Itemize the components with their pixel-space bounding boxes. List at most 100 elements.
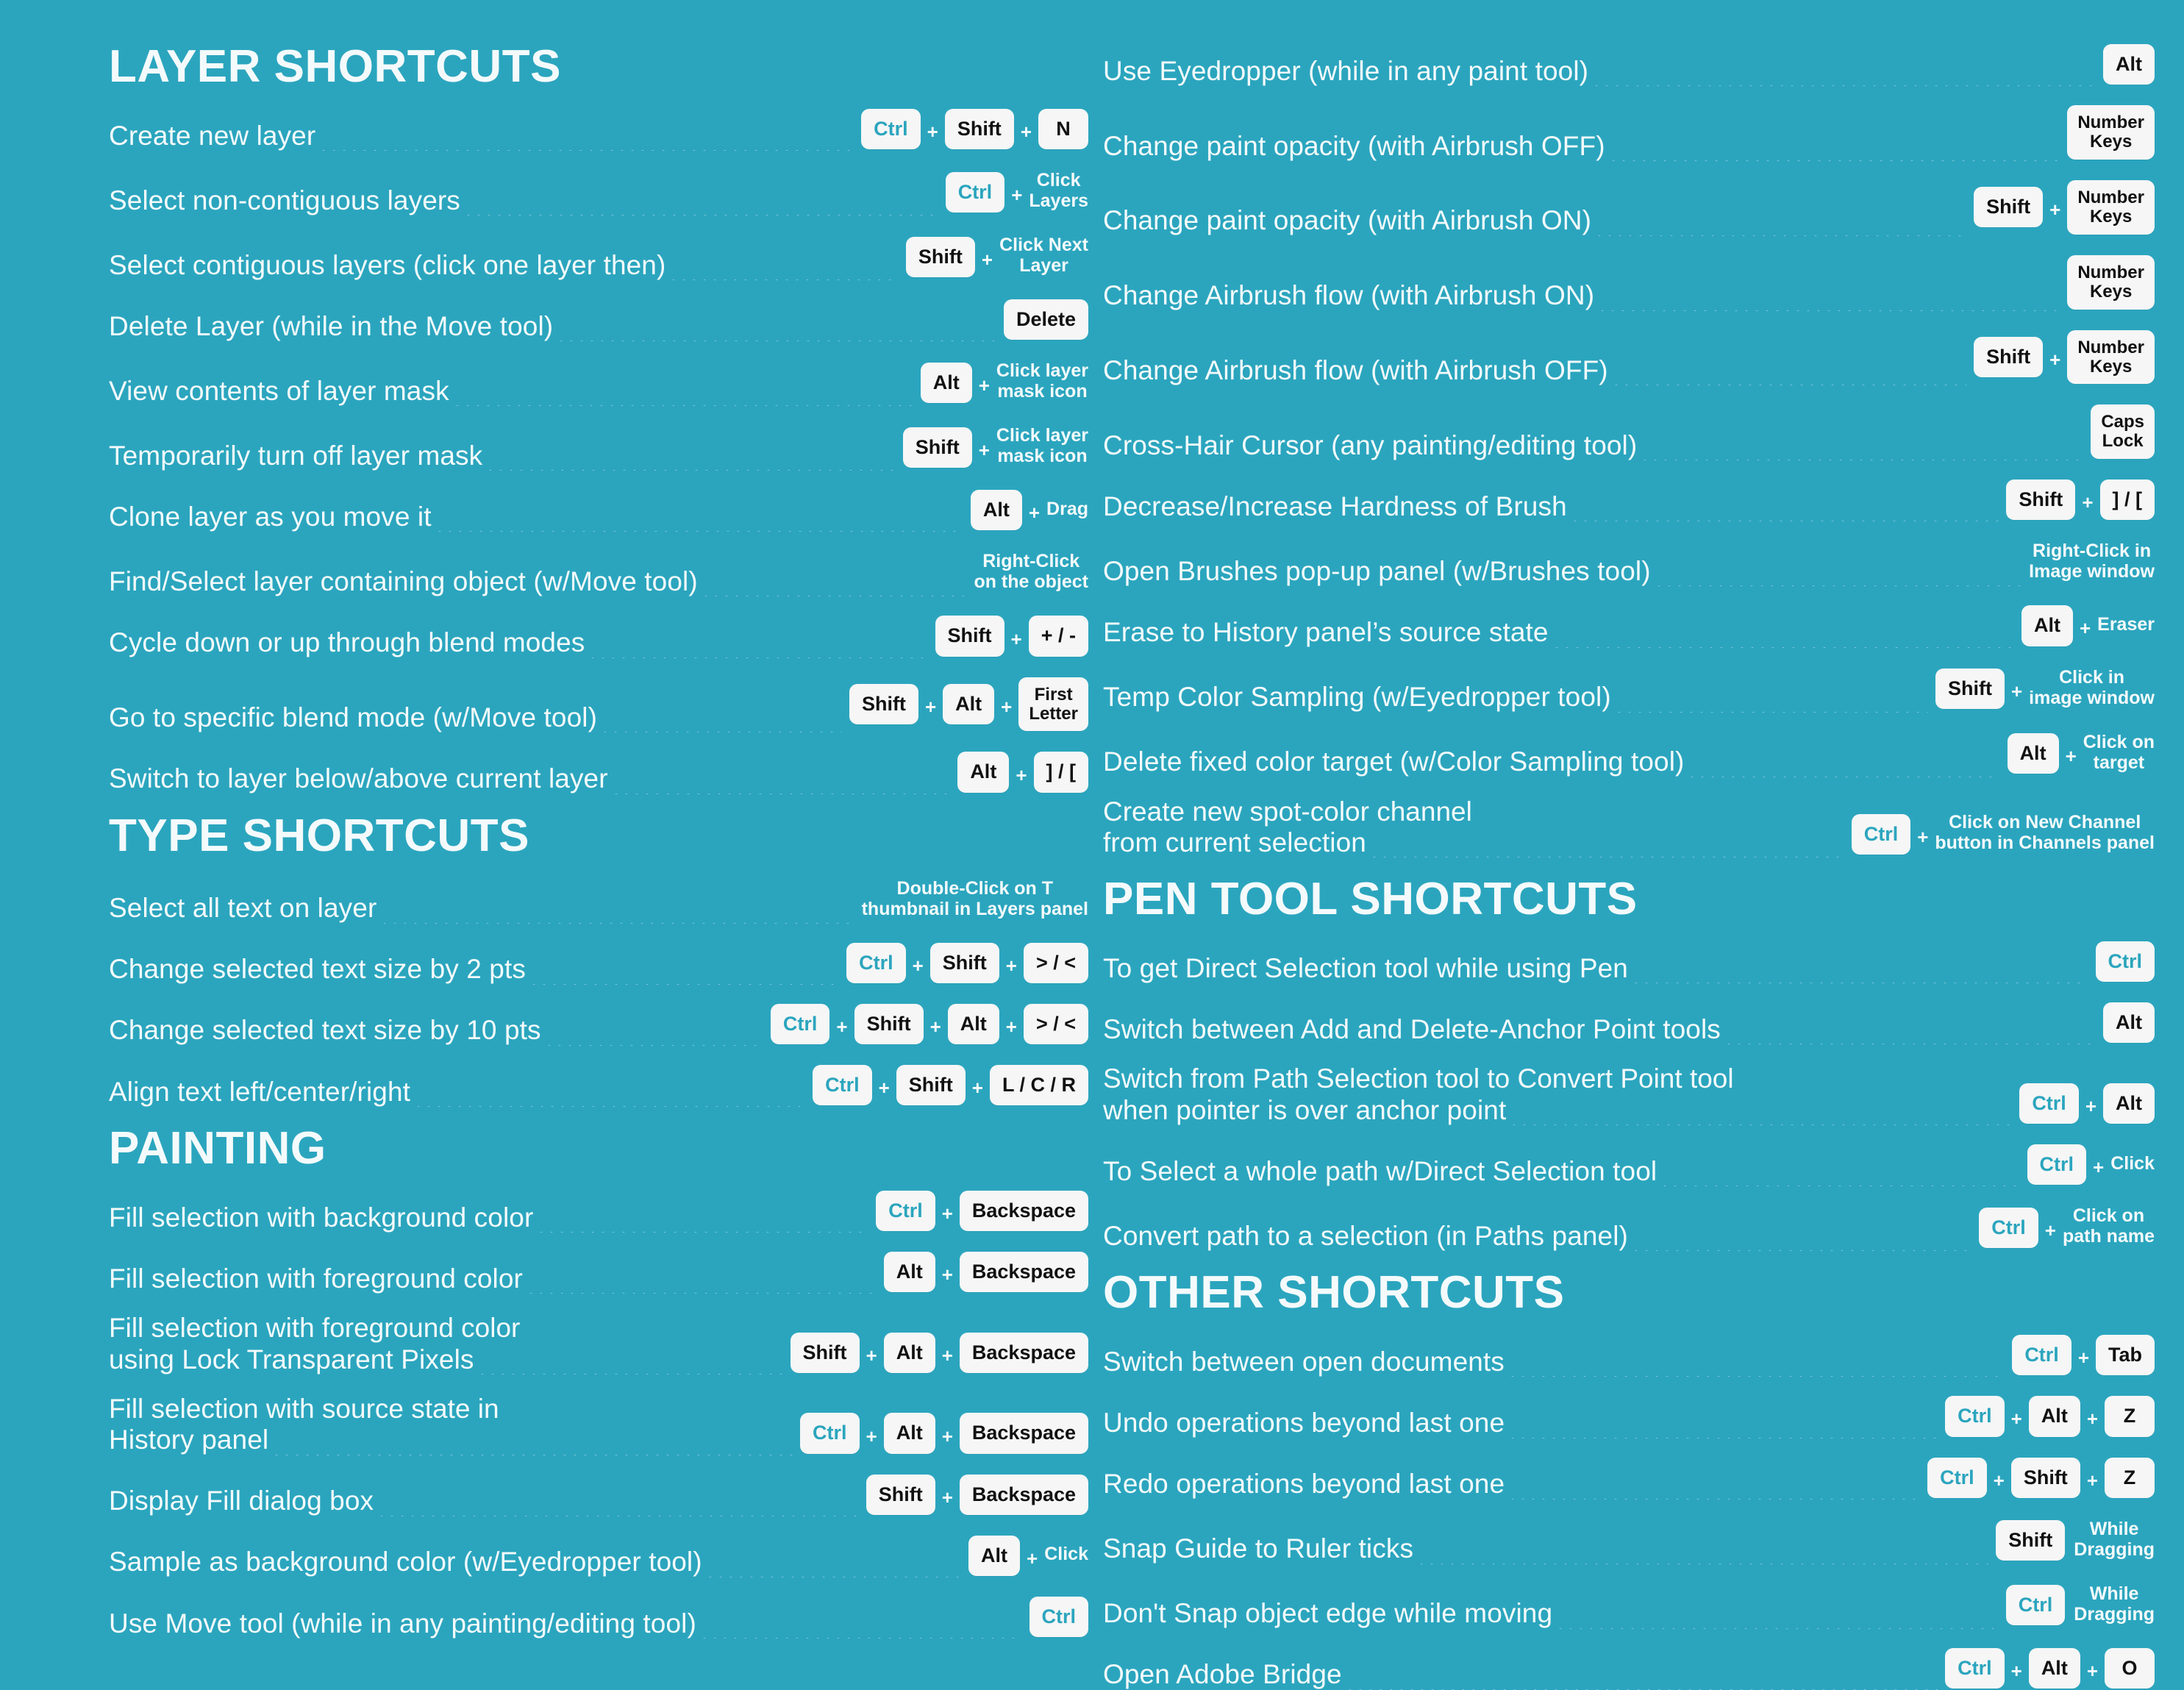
shortcut-label: Select contiguous layers (click one laye… xyxy=(109,249,666,280)
shortcut-row: Fill selection with foreground color Alt +… xyxy=(109,1252,1088,1294)
key-caps-lock: Caps Lock xyxy=(2091,404,2155,460)
key-combo: Alt +] / [ xyxy=(957,752,1088,794)
plus-separator: + xyxy=(2086,1469,2098,1491)
key-combo: Alt xyxy=(2103,44,2155,86)
shortcut-label-wrap: Change paint opacity (with Airbrush OFF) xyxy=(1103,131,2060,161)
shortcut-label: when pointer is over anchor point xyxy=(1103,1094,1507,1125)
key-n: N xyxy=(1038,109,1088,150)
plus-separator: + xyxy=(1001,696,1013,719)
type-shortcuts-list: Select all text on layer Double-Click on … xyxy=(109,878,1088,1108)
plus-separator: + xyxy=(2082,491,2094,514)
dot-leader xyxy=(1368,834,1844,858)
shortcut-row: Sample as background color (w/Eyedropper… xyxy=(109,1535,1088,1577)
key-combo: Alt xyxy=(2103,1002,2155,1044)
shortcut-label: Switch between Add and Delete-Anchor Poi… xyxy=(1103,1014,1721,1045)
shortcut-row: Select contiguous layers (click one laye… xyxy=(109,235,1088,281)
key-number-keys: Number Keys xyxy=(2067,105,2155,160)
plus-separator: + xyxy=(941,1263,953,1286)
shortcut-label-wrap: Clone layer as you move it xyxy=(109,502,963,532)
shortcut-note: Click on path name xyxy=(2062,1205,2155,1247)
shortcut-label-block: Create new spot-color channel from curren… xyxy=(1103,796,1844,858)
dot-leader xyxy=(463,192,938,216)
shortcut-label: Change selected text size by 2 pts xyxy=(109,954,526,985)
dot-leader xyxy=(543,1022,763,1046)
key-combo: Ctrl + Click on path name xyxy=(1979,1205,2155,1251)
key-alt: Alt xyxy=(957,752,1010,793)
section-title-pen-tool-shortcuts: PEN TOOL SHORTCUTS xyxy=(1103,874,1638,925)
shortcut-label: Open Adobe Bridge xyxy=(1103,1659,1342,1690)
plus-separator: + xyxy=(941,1425,953,1447)
shortcut-label-wrap: Don't Snap object edge while moving xyxy=(1103,1598,1999,1629)
shortcut-row: Find/Select layer containing object (w/M… xyxy=(109,551,1088,597)
key-combo: Alt + Click on target xyxy=(2007,732,2155,777)
shortcut-row: Fill selection with background color Ctrl… xyxy=(109,1191,1088,1233)
shortcut-row: Select all text on layer Double-Click on … xyxy=(109,878,1088,924)
shortcut-label: Change selected text size by 10 pts xyxy=(109,1015,541,1046)
left-column: LAYER SHORTCUTS Create new layer Ctrl + Shi… xyxy=(0,0,1103,1688)
key-combo: Double-Click on T thumbnail in Layers pa… xyxy=(862,878,1088,924)
key-number-keys: Number Keys xyxy=(2067,254,2155,310)
dot-leader xyxy=(528,960,840,985)
shortcut-row: Use Move tool (while in any painting/edi… xyxy=(109,1596,1088,1639)
key-combo: Ctrl + Alt + O xyxy=(1945,1647,2155,1690)
shortcut-label-wrap: Fill selection with foreground color xyxy=(109,1263,877,1294)
shortcut-label-wrap: Select non-contiguous layers xyxy=(109,185,938,216)
right-column: Use Eyedropper (while in any paint tool)… xyxy=(1103,0,2184,1690)
key-combo: Shift + Click layer mask icon xyxy=(902,425,1088,471)
shortcut-label-wrap: Switch from Path Selection tool to Conve… xyxy=(1103,1063,2013,1126)
key-shift: Shift xyxy=(1974,187,2044,228)
key-: > / < xyxy=(1023,942,1088,983)
dot-leader xyxy=(1569,498,1999,522)
shortcut-label: Change Airbrush flow (with Airbrush OFF) xyxy=(1103,354,1608,385)
shortcut-label-wrap: Delete fixed color target (w/Color Sampl… xyxy=(1103,746,2000,777)
shortcut-note: Click xyxy=(1044,1544,1088,1565)
shortcut-label-wrap: To get Direct Selection tool while using… xyxy=(1103,953,2088,984)
shortcut-row: To get Direct Selection tool while using… xyxy=(1103,941,2155,984)
plus-separator: + xyxy=(2086,1408,2098,1430)
shortcut-label-wrap: Use Eyedropper (while in any paint tool) xyxy=(1103,56,2096,87)
shortcut-label-wrap: Change Airbrush flow (with Airbrush OFF) xyxy=(1103,354,1967,386)
dot-leader xyxy=(1597,287,2060,311)
shortcut-row: Change Airbrush flow (with Airbrush ON) N… xyxy=(1103,254,2155,311)
dot-leader xyxy=(1630,1227,1972,1252)
plus-separator: + xyxy=(2049,349,2061,371)
shortcut-label-wrap: Change paint opacity (with Airbrush ON) xyxy=(1103,205,1967,236)
shortcut-row: Create new spot-color channel from curren… xyxy=(1103,796,2155,858)
shortcut-label-block: Fill selection with foreground color usin… xyxy=(109,1313,783,1375)
plus-separator: + xyxy=(941,1344,953,1366)
key-combo: Ctrl + Alt + Backspace xyxy=(800,1413,1088,1455)
shortcut-label-wrap: Switch to layer below/above current laye… xyxy=(109,763,951,794)
key-ctrl: Ctrl xyxy=(876,1191,935,1232)
shortcut-label: Switch to layer below/above current laye… xyxy=(109,763,608,794)
plus-separator: + xyxy=(971,1076,983,1099)
key-: ] / [ xyxy=(2099,479,2155,521)
dot-leader xyxy=(536,1209,869,1233)
key-combo: Shift + Number Keys xyxy=(1974,329,2155,386)
shortcut-label: Don't Snap object edge while moving xyxy=(1103,1598,1553,1629)
layer-shortcuts-list: Create new layer Ctrl + Shift + N Select non-c… xyxy=(109,109,1088,794)
shortcut-label: Fill selection with background color xyxy=(109,1202,534,1233)
plus-separator: + xyxy=(2044,1219,2056,1241)
key-o: O xyxy=(2105,1647,2155,1689)
key-ctrl: Ctrl xyxy=(1945,1647,2005,1689)
plus-separator: + xyxy=(941,1202,953,1225)
key-ctrl: Ctrl xyxy=(1945,1396,2005,1437)
shortcut-label-wrap: To Select a whole path w/Direct Selectio… xyxy=(1103,1156,2020,1187)
shortcut-note: Click Layers xyxy=(1029,170,1088,212)
key-number-keys: Number Keys xyxy=(2067,329,2155,385)
key-combo: Shift + Backspace xyxy=(866,1474,1088,1516)
shortcut-label-wrap: Use Move tool (while in any painting/edi… xyxy=(109,1608,1022,1639)
plus-separator: + xyxy=(1993,1469,2005,1491)
shortcut-label: Go to specific blend mode (w/Move tool) xyxy=(109,702,598,732)
shortcut-row: Snap Guide to Ruler ticks Shift While Drag… xyxy=(1103,1519,2155,1564)
dot-leader xyxy=(1344,1666,1938,1690)
dot-leader xyxy=(699,1615,1022,1639)
plus-separator: + xyxy=(2065,745,2077,768)
plus-separator: + xyxy=(2086,1659,2098,1682)
key-combo: Alt + Click layer mask icon xyxy=(920,360,1088,406)
shortcut-label-wrap: Undo operations beyond last one xyxy=(1103,1408,1938,1438)
key-combo: Shift + Click Next Layer xyxy=(905,235,1088,280)
dot-leader xyxy=(413,1083,806,1108)
key-combo: Ctrl + Click on New Channel button in Chan… xyxy=(1851,812,2155,858)
shortcut-label-block: Switch from Path Selection tool to Conve… xyxy=(1103,1063,2013,1126)
